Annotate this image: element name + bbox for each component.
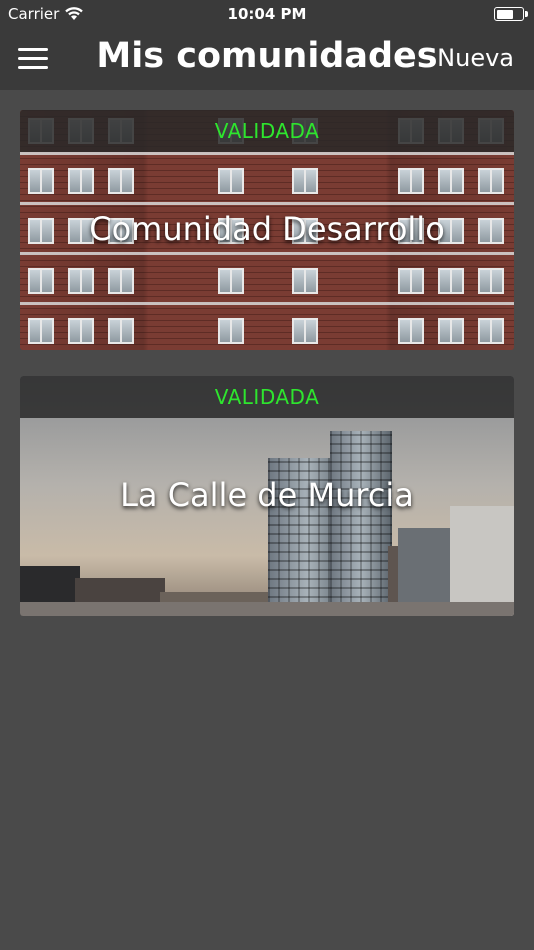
status-badge: VALIDADA	[20, 376, 514, 418]
community-card[interactable]: VALIDADA La Calle de Murcia	[20, 376, 514, 616]
building-shape	[20, 602, 514, 616]
battery-icon	[494, 7, 528, 21]
floor-slab	[20, 202, 514, 205]
community-name: Comunidad Desarrollo	[89, 210, 445, 248]
building-window	[438, 318, 464, 344]
floor-slab	[20, 152, 514, 155]
building-window	[108, 318, 134, 344]
building-shape	[330, 431, 392, 616]
building-window	[218, 318, 244, 344]
building-window	[28, 168, 54, 194]
new-community-button[interactable]: Nueva	[437, 44, 514, 72]
battery-level	[496, 9, 513, 19]
building-window	[218, 268, 244, 294]
hamburger-menu-icon[interactable]	[18, 46, 48, 70]
building-window	[398, 318, 424, 344]
building-window	[438, 268, 464, 294]
navigation-bar: Mis comunidades Nueva	[0, 28, 534, 90]
building-window	[398, 168, 424, 194]
status-bar: Carrier 10:04 PM	[0, 0, 534, 28]
building-window	[478, 268, 504, 294]
floor-slab	[20, 302, 514, 305]
building-window	[478, 318, 504, 344]
building-window	[398, 268, 424, 294]
building-window	[478, 168, 504, 194]
building-window	[28, 268, 54, 294]
status-label: VALIDADA	[214, 385, 320, 409]
building-window	[292, 318, 318, 344]
building-window	[438, 168, 464, 194]
building-window	[108, 268, 134, 294]
community-name: La Calle de Murcia	[120, 476, 414, 514]
building-window	[28, 318, 54, 344]
clock: 10:04 PM	[227, 5, 307, 23]
building-window	[68, 318, 94, 344]
building-window	[68, 168, 94, 194]
community-card[interactable]: VALIDADA Comunidad Desarrollo	[20, 110, 514, 350]
floor-slab	[20, 252, 514, 255]
status-badge: VALIDADA	[20, 110, 514, 152]
building-window	[292, 168, 318, 194]
building-window	[68, 268, 94, 294]
status-label: VALIDADA	[214, 119, 320, 143]
building-window	[108, 168, 134, 194]
building-window	[292, 268, 318, 294]
building-shape	[450, 506, 514, 616]
building-window	[218, 168, 244, 194]
